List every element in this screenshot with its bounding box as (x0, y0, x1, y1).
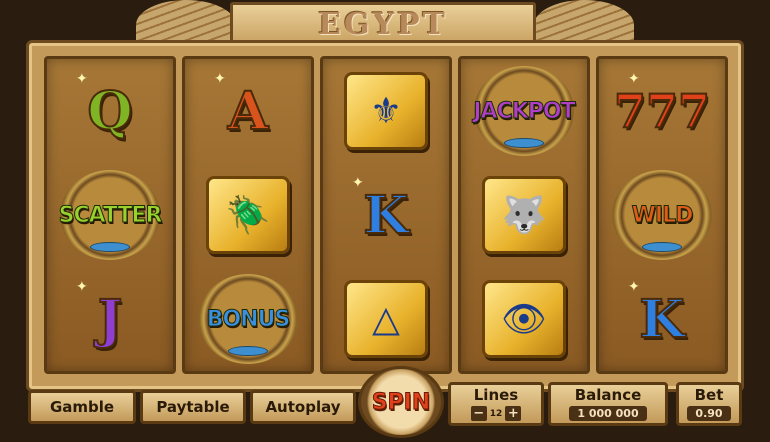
symbol-j: J ✦ (56, 273, 164, 365)
sparkle-icon: ✦ (628, 279, 640, 295)
symbol-wild-text: WILD (631, 202, 694, 228)
gamble-label: Gamble (49, 398, 115, 416)
sparkle-icon: ✦ (76, 279, 88, 295)
gamble-button[interactable]: Gamble (28, 390, 136, 424)
winged-scarab-icon (228, 346, 268, 356)
lines-stepper: − 12 + (470, 406, 522, 421)
lines-label: Lines (473, 386, 519, 404)
symbol-wild-badge: WILD (612, 170, 712, 260)
sparkle-icon: ✦ (76, 71, 88, 87)
winged-scarab-icon (504, 138, 544, 148)
symbol-777: 777 ✦ (608, 65, 716, 157)
symbol-scatter-badge: SCATTER (58, 170, 163, 260)
symbol-k-text: K (638, 288, 685, 351)
spin-label: SPIN (371, 389, 431, 415)
anubis-icon: 🐺 (482, 176, 566, 254)
eye-of-horus-icon: 👁 (482, 280, 566, 358)
balance-value: 1 000 000 (569, 406, 647, 421)
pyramid-icon: △ (344, 280, 428, 358)
winged-scarab-icon (90, 242, 130, 252)
reels-area: Q ✦ SCATTER J ✦ A ✦ 🪲 BONUS ⚜ K ✦ △ JACKPOT 🐺 👁 777 ✦ WILD… (44, 56, 728, 374)
sparkle-icon: ✦ (352, 175, 364, 191)
bet-label: Bet (694, 386, 724, 404)
paytable-button[interactable]: Paytable (140, 390, 246, 424)
symbol-777-text: 777 (613, 83, 711, 139)
symbol-a: A ✦ (194, 65, 302, 157)
symbol-anubis: 🐺 (470, 169, 578, 261)
sparkle-icon: ✦ (628, 71, 640, 87)
lines-panel: Lines − 12 + (448, 382, 544, 426)
lotus-icon: ⚜ (344, 72, 428, 150)
symbol-pyramid: △ (332, 273, 440, 365)
reel-5: 777 ✦ WILD K ✦ (596, 56, 728, 374)
symbol-bonus-text: BONUS (206, 306, 291, 332)
autoplay-button[interactable]: Autoplay (250, 390, 356, 424)
symbol-k-text: K (362, 184, 409, 247)
spin-button[interactable]: SPIN (358, 366, 444, 438)
symbol-scatter: SCATTER (56, 169, 164, 261)
symbol-q-text: Q (86, 80, 133, 143)
bet-panel: Bet 0.90 (676, 382, 742, 426)
symbol-eye: 👁 (470, 273, 578, 365)
symbol-bonus-badge: BONUS (198, 274, 298, 364)
symbol-lotus: ⚜ (332, 65, 440, 157)
symbol-wild: WILD (608, 169, 716, 261)
symbol-jackpot-badge: JACKPOT (473, 66, 576, 156)
symbol-bonus: BONUS (194, 273, 302, 365)
lines-increase-button[interactable]: + (505, 406, 522, 421)
symbol-k: K ✦ (608, 273, 716, 365)
symbol-k: K ✦ (332, 169, 440, 261)
pyramid-icon-glyph: △ (372, 298, 400, 340)
sparkle-icon: ✦ (214, 71, 226, 87)
balance-panel: Balance 1 000 000 (548, 382, 668, 426)
anubis-icon-glyph: 🐺 (501, 195, 547, 236)
symbol-q: Q ✦ (56, 65, 164, 157)
winged-scarab-icon (642, 242, 682, 252)
symbol-scarab: 🪲 (194, 169, 302, 261)
symbol-a-text: A (227, 80, 269, 143)
lotus-icon-glyph: ⚜ (369, 90, 403, 132)
lines-decrease-button[interactable]: − (470, 406, 487, 421)
reel-2: A ✦ 🪲 BONUS (182, 56, 314, 374)
symbol-j-text: J (97, 288, 124, 351)
autoplay-label: Autoplay (265, 398, 341, 416)
scarab-icon-glyph: 🪲 (225, 195, 271, 236)
bet-value: 0.90 (687, 406, 731, 421)
reel-4: JACKPOT 🐺 👁 (458, 56, 590, 374)
scarab-icon: 🪲 (206, 176, 290, 254)
symbol-jackpot-text: JACKPOT (473, 98, 576, 124)
reel-1: Q ✦ SCATTER J ✦ (44, 56, 176, 374)
balance-label: Balance (574, 386, 642, 404)
reel-3: ⚜ K ✦ △ (320, 56, 452, 374)
symbol-jackpot: JACKPOT (470, 65, 578, 157)
game-title: EGYPT (318, 6, 448, 42)
eye-of-horus-icon-glyph: 👁 (501, 299, 547, 340)
paytable-label: Paytable (156, 398, 230, 416)
symbol-scatter-text: SCATTER (58, 202, 163, 228)
lines-value: 12 (489, 408, 503, 419)
